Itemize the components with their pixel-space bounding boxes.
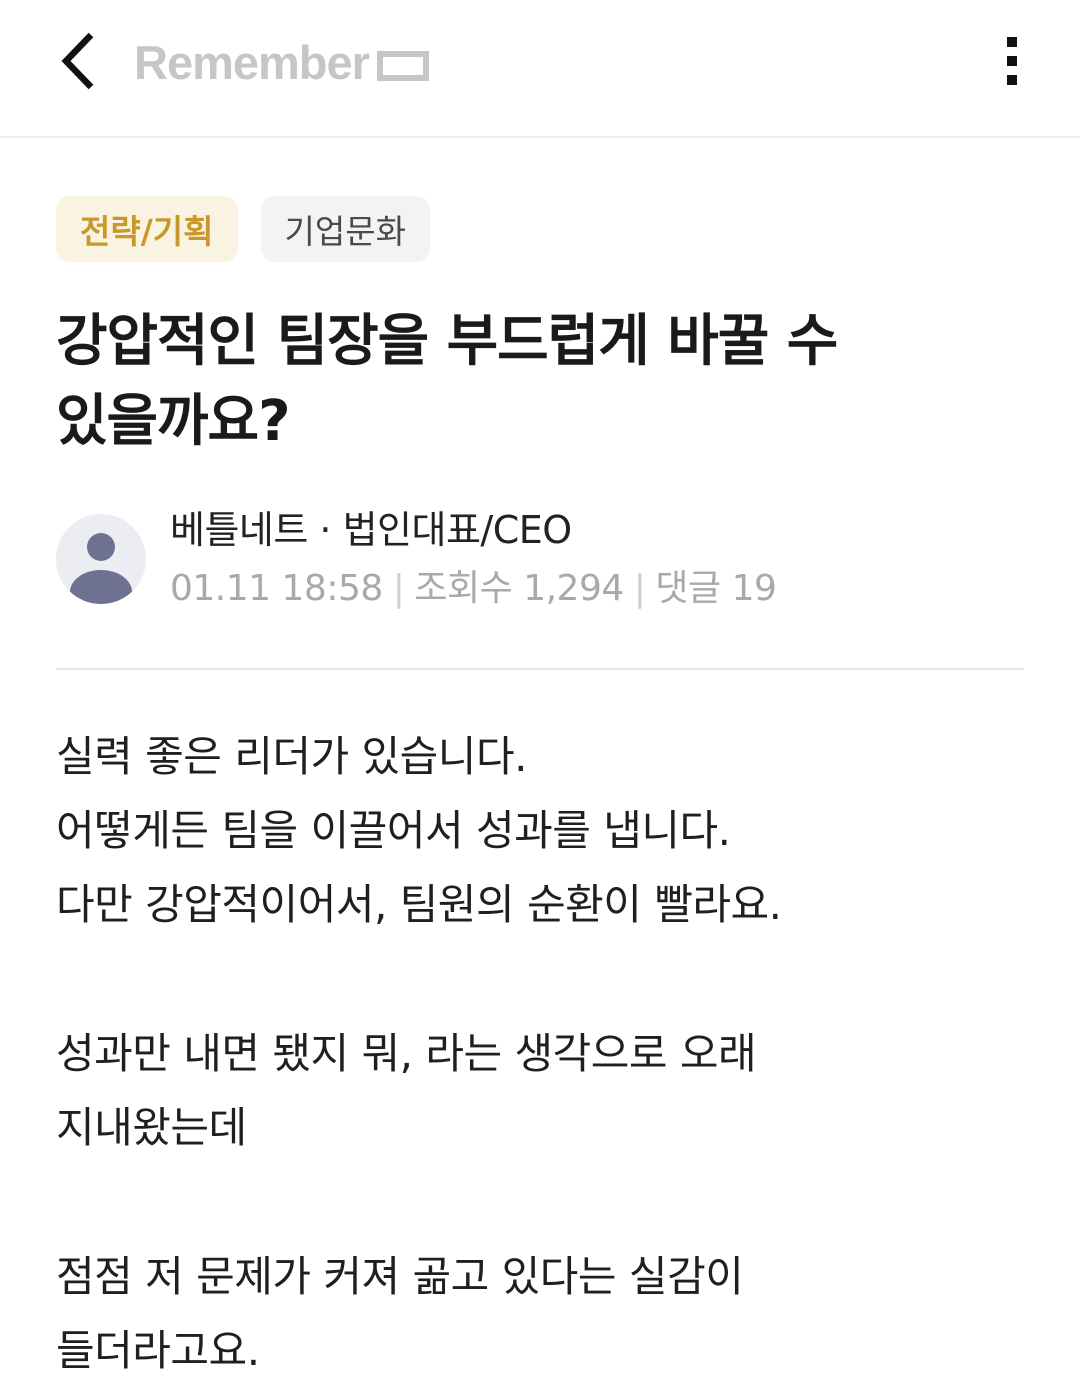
- category-tags: 전략/기획 기업문화: [56, 196, 430, 262]
- post-screen: Remember 전략/기획 기업문화 강압적인 팀장을 부드럽게 바꿀 수 있…: [0, 0, 1080, 1390]
- avatar[interactable]: [56, 514, 146, 604]
- kebab-menu-icon: [1007, 37, 1017, 47]
- divider: [56, 668, 1024, 670]
- body-line: 성과만 내면 됐지 뭐, 라는 생각으로 오래: [56, 1029, 757, 1078]
- meta-separator: |: [392, 568, 405, 609]
- body-line: 지내왔는데: [56, 1103, 247, 1152]
- body-line: 실력 좋은 리더가 있습니다.: [56, 732, 527, 781]
- meta-separator: |: [633, 568, 646, 609]
- body-line: 다만 강압적이어서, 팀원의 순환이 빨라요.: [56, 880, 782, 929]
- top-app-bar: Remember: [0, 0, 1080, 138]
- post-title-line: 있을까요?: [56, 389, 291, 454]
- tag-corporate-culture[interactable]: 기업문화: [260, 196, 430, 262]
- post-title: 강압적인 팀장을 부드럽게 바꿀 수 있을까요?: [56, 302, 1016, 462]
- logo-card-icon: [376, 51, 429, 81]
- chevron-left-icon: [61, 32, 94, 90]
- tag-strategy-planning[interactable]: 전략/기획: [56, 196, 238, 262]
- author-name[interactable]: 베틀네트 · 법인대표/CEO: [170, 504, 572, 556]
- post-body: 실력 좋은 리더가 있습니다. 어떻게든 팀을 이끌어서 성과를 냅니다. 다만…: [56, 720, 1036, 1388]
- remember-logo: Remember: [134, 34, 429, 90]
- comment-count[interactable]: 댓글 19: [655, 568, 777, 609]
- back-button[interactable]: [50, 28, 106, 94]
- body-line: 점점 저 문제가 커져 곪고 있다는 실감이: [56, 1252, 744, 1301]
- body-line: 들더라고요.: [56, 1326, 260, 1375]
- more-options-button[interactable]: [990, 28, 1034, 94]
- post-title-line: 강압적인 팀장을 부드럽게 바꿀 수: [56, 309, 838, 374]
- user-silhouette-icon: [70, 533, 132, 604]
- body-line: 어떻게든 팀을 이끌어서 성과를 냅니다.: [56, 806, 731, 855]
- kebab-menu-icon: [1007, 75, 1017, 85]
- post-date: 01.11 18:58: [170, 568, 383, 609]
- kebab-menu-icon: [1007, 56, 1017, 66]
- view-count: 조회수 1,294: [414, 568, 624, 609]
- post-meta: 01.11 18:58 | 조회수 1,294 | 댓글 19: [170, 564, 777, 614]
- logo-text: Remember: [134, 35, 370, 89]
